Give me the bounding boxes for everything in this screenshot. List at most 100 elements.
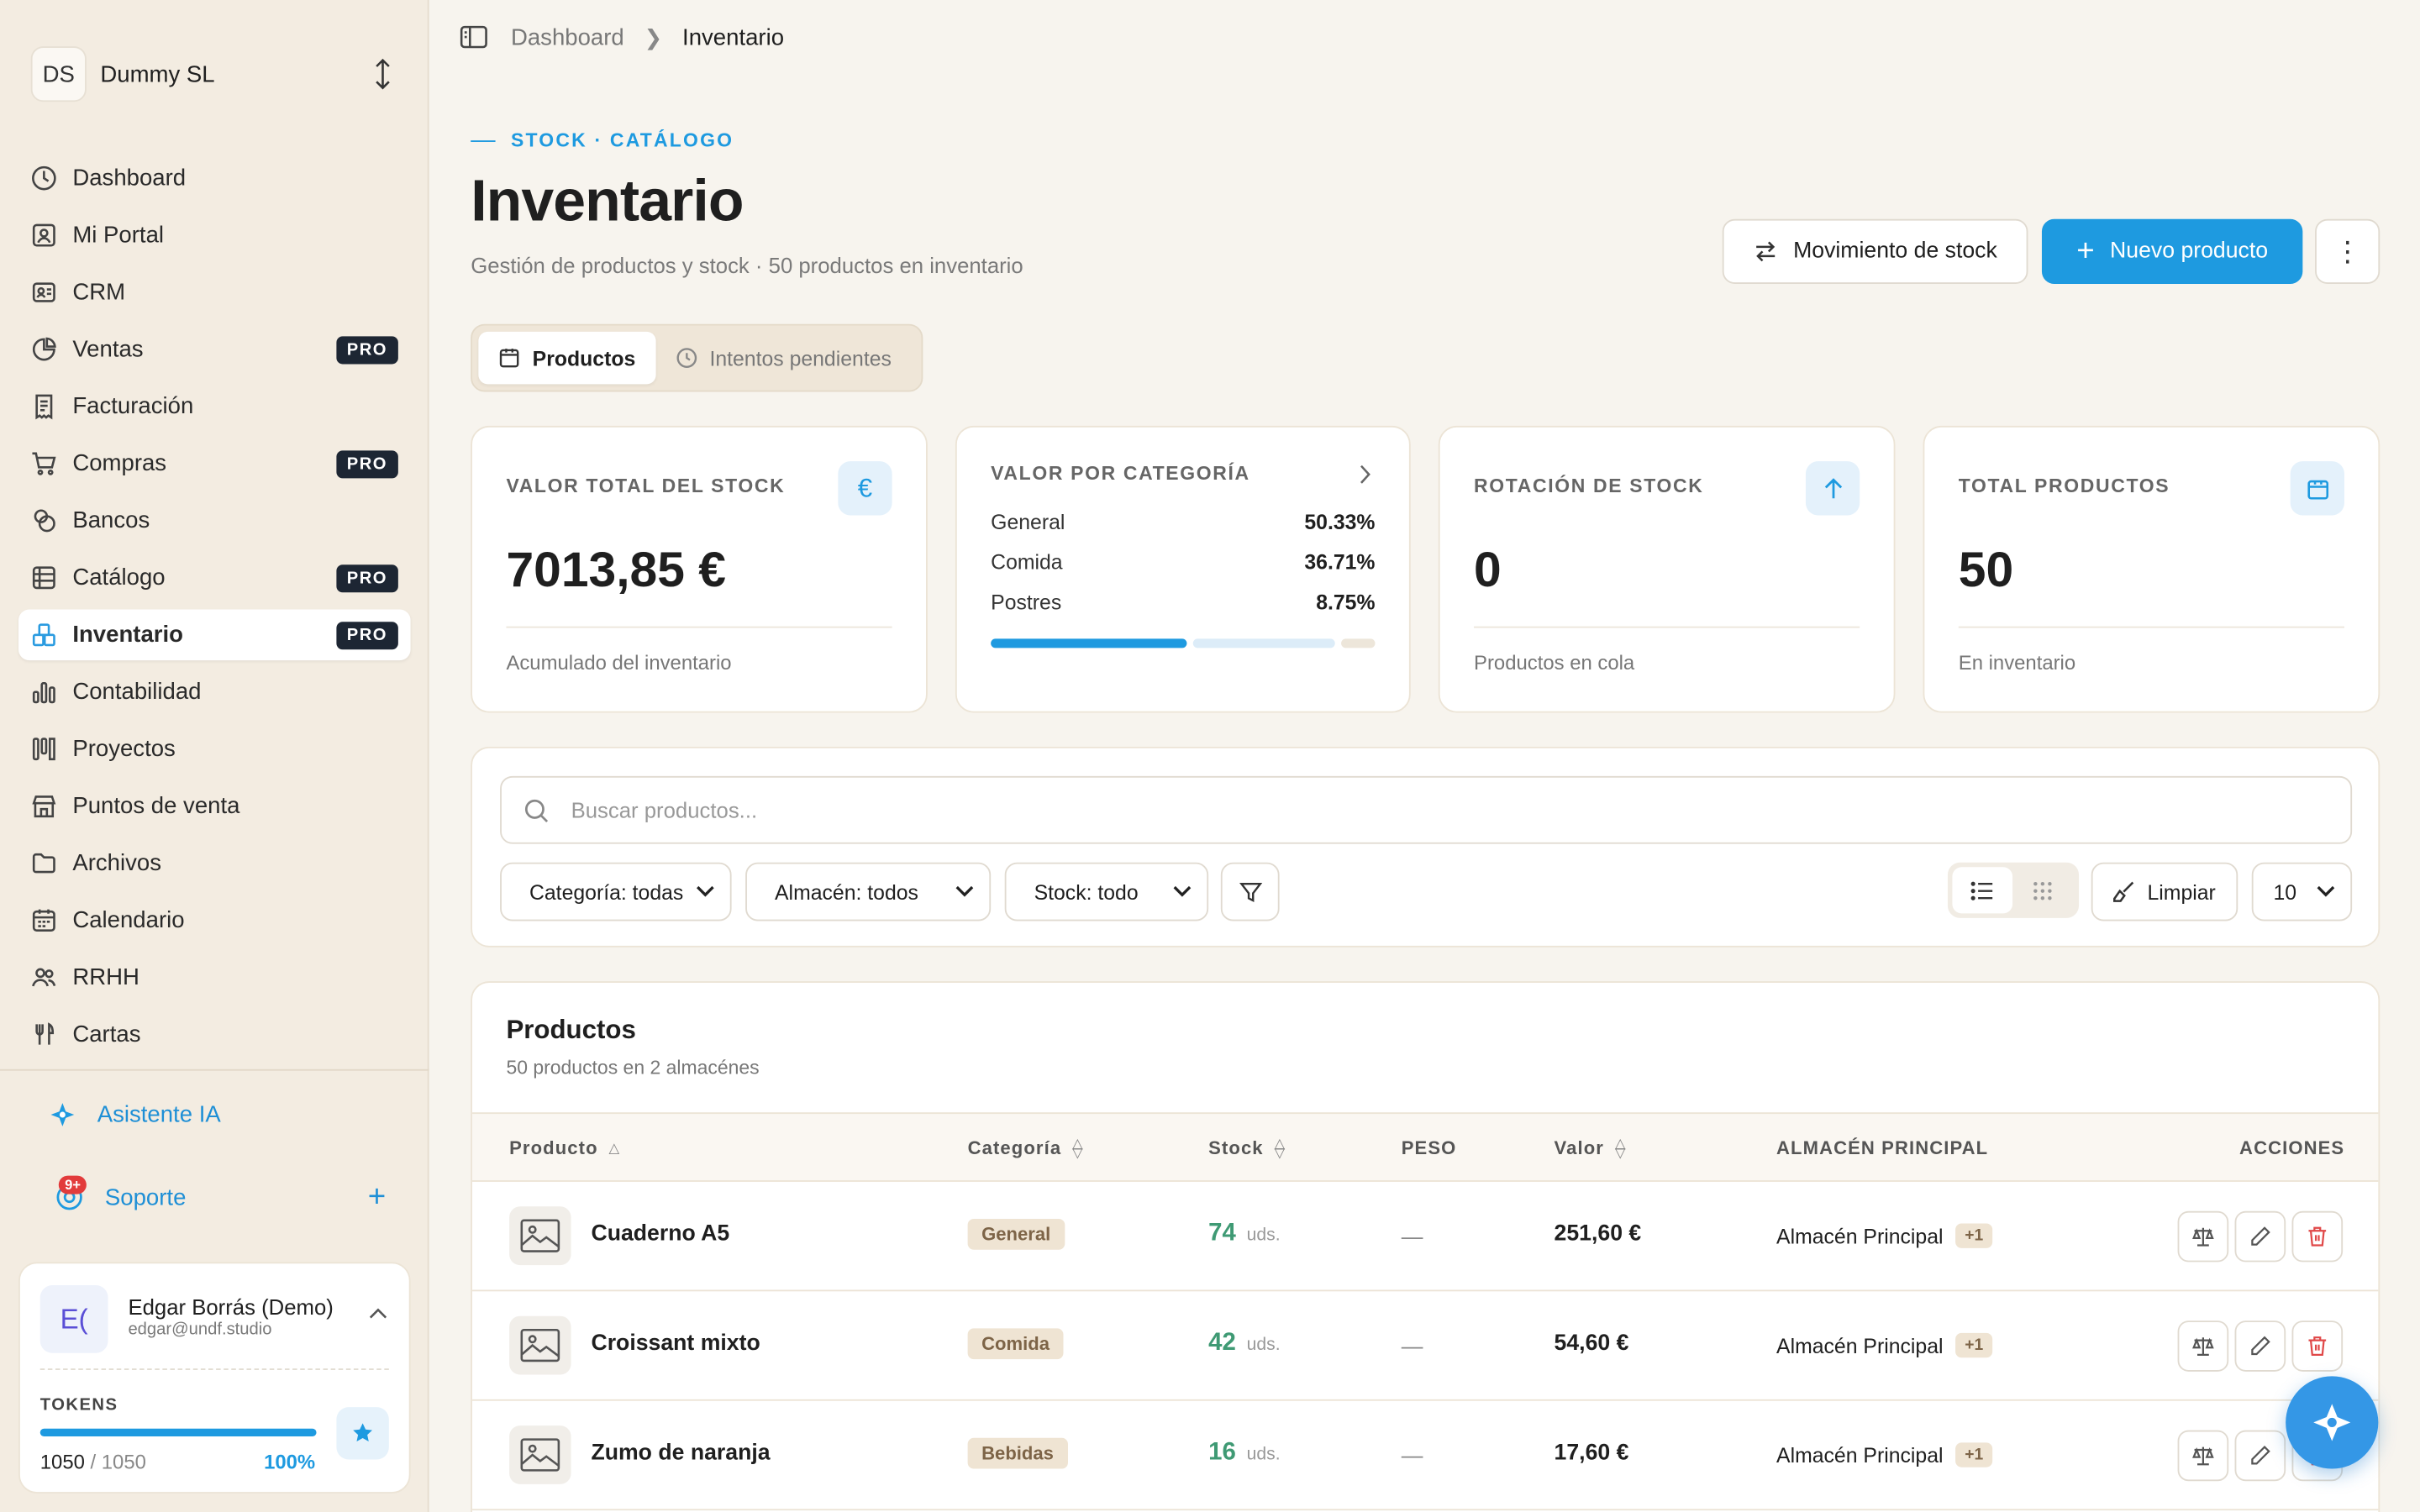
ai-sparkle-icon — [50, 1103, 75, 1126]
category-filter-select[interactable]: Categoría: todas — [500, 862, 732, 921]
chevron-down-icon — [697, 885, 714, 897]
page-size-select[interactable]: 10 — [2251, 862, 2353, 921]
warehouse-filter-select[interactable]: Almacén: todos — [745, 862, 992, 921]
image-placeholder-icon — [520, 1219, 560, 1252]
pro-badge: PRO — [335, 336, 398, 365]
grid-view-button[interactable] — [2012, 867, 2073, 913]
column-header-stock[interactable]: Stock △ ▽ — [1208, 1136, 1286, 1159]
sidebar-item-proyectos[interactable]: Proyectos — [18, 723, 411, 774]
chevron-down-icon — [955, 885, 974, 897]
sidebar-item-label: Proyectos — [72, 736, 176, 763]
pencil-icon — [2251, 1446, 2270, 1465]
column-header-product[interactable]: Producto △ — [509, 1137, 620, 1159]
table-subtitle: 50 productos en 2 almacénes — [506, 1057, 760, 1079]
weight-value: — — [1401, 1442, 1423, 1467]
select-value: Almacén: todos — [775, 879, 918, 904]
sidebar-item-compras[interactable]: Compras PRO — [18, 438, 411, 490]
table-row[interactable]: Croissant mixto Comida 42 uds. — 54,60 € … — [472, 1291, 2379, 1401]
stock-unit: uds. — [1246, 1226, 1281, 1246]
products-table-card: Productos 50 productos en 2 almacénes Pr… — [471, 981, 2381, 1512]
tab-productos[interactable]: Productos — [478, 331, 656, 385]
support-link[interactable]: 9+ Soporte + — [55, 1175, 386, 1214]
category-pct: 36.71% — [1304, 550, 1376, 575]
sidebar-item-label: CRM — [72, 279, 126, 306]
sidebar-item-inventario[interactable]: Inventario PRO — [18, 609, 411, 661]
column-header-category[interactable]: Categoría △ ▽ — [967, 1136, 1084, 1159]
value-amount: 17,60 € — [1554, 1441, 1629, 1466]
stat-card-value-by-category[interactable]: VALOR POR CATEGORÍA General 50.33% Comida… — [955, 425, 1411, 713]
edit-button[interactable] — [2234, 1430, 2286, 1482]
delete-button[interactable] — [2291, 1320, 2344, 1372]
sidebar-item-bancos[interactable]: Bancos — [18, 496, 411, 547]
sidebar-item-facturacion[interactable]: Facturación — [18, 381, 411, 433]
sidebar-item-crm[interactable]: CRM — [18, 267, 411, 318]
sidebar-item-calendario[interactable]: Calendario — [18, 895, 411, 946]
tab-intentos-pendientes[interactable]: Intentos pendientes — [655, 332, 912, 384]
box-icon — [499, 349, 519, 368]
stat-divider — [1474, 626, 1860, 628]
tokens-upgrade-button[interactable] — [336, 1407, 389, 1460]
tab-label: Intentos pendientes — [709, 346, 892, 370]
trash-icon — [2308, 1226, 2327, 1247]
category-name: General — [991, 510, 1065, 534]
new-product-button[interactable]: + Nuevo producto — [2041, 218, 2303, 284]
list-view-button[interactable] — [1952, 867, 2013, 914]
invoice-icon — [35, 394, 53, 420]
image-placeholder-icon — [520, 1438, 560, 1472]
table-row[interactable]: Cuaderno A5 General 74 uds. — 251,60 € Al… — [472, 1182, 2379, 1292]
column-header-value[interactable]: Valor △ ▽ — [1555, 1136, 1627, 1159]
sidebar-item-ventas[interactable]: Ventas PRO — [18, 324, 411, 375]
sidebar-item-dashboard[interactable]: Dashboard — [18, 153, 411, 204]
add-support-button[interactable]: + — [368, 1180, 386, 1215]
advanced-filter-button[interactable] — [1220, 862, 1280, 921]
sidebar-item-label: Puntos de venta — [72, 793, 240, 820]
sort-asc-icon: △ — [608, 1140, 621, 1156]
category-name: Comida — [991, 550, 1063, 575]
more-options-button[interactable]: ⋮ — [2315, 218, 2381, 284]
chevron-right-icon[interactable] — [1358, 465, 1372, 485]
column-label: Categoría — [967, 1137, 1062, 1159]
column-label: ALMACÉN PRINCIPAL — [1776, 1137, 1989, 1159]
workspace-switcher[interactable]: DS Dummy SL — [30, 46, 402, 102]
stock-cell: 42 uds. — [1208, 1330, 1280, 1357]
stat-value: 7013,85 € — [506, 541, 726, 597]
warehouse-more-badge[interactable]: +1 — [1955, 1223, 1993, 1248]
sidebar-item-archivos[interactable]: Archivos — [18, 837, 411, 889]
scale-icon — [2192, 1227, 2214, 1247]
stock-movement-button[interactable]: Movimiento de stock — [1722, 218, 2028, 284]
search-input[interactable] — [571, 797, 2269, 822]
edit-button[interactable] — [2234, 1210, 2286, 1263]
weight-value: — — [1401, 1332, 1423, 1358]
chevron-right-icon: ❯ — [644, 24, 663, 49]
chevron-up-icon[interactable] — [369, 1307, 387, 1320]
workspace-name: Dummy SL — [100, 60, 215, 87]
warehouse-more-badge[interactable]: +1 — [1955, 1332, 1993, 1358]
user-name: Edgar Borrás (Demo) — [128, 1294, 334, 1320]
sidebar-item-cartas[interactable]: Cartas — [18, 1009, 411, 1060]
edit-button[interactable] — [2234, 1320, 2286, 1372]
sidebar-toggle-icon[interactable] — [460, 24, 487, 49]
stock-value: 16 — [1208, 1439, 1236, 1466]
tab-label: Productos — [532, 346, 636, 370]
category-share-segment — [1341, 638, 1376, 648]
table-row[interactable]: Zumo de naranja Bebidas 16 uds. — 17,60 €… — [472, 1401, 2379, 1511]
adjust-stock-button[interactable] — [2177, 1320, 2229, 1372]
delete-button[interactable] — [2291, 1210, 2344, 1263]
sidebar-item-puntos-de-venta[interactable]: Puntos de venta — [18, 780, 411, 832]
ai-assistant-fab[interactable] — [2286, 1376, 2379, 1469]
adjust-stock-button[interactable] — [2177, 1430, 2229, 1482]
breadcrumb-parent[interactable]: Dashboard — [511, 24, 624, 50]
sidebar-item-mi-portal[interactable]: Mi Portal — [18, 210, 411, 261]
adjust-stock-button[interactable] — [2177, 1210, 2229, 1263]
euro-icon: € — [838, 461, 892, 516]
sidebar-item-contabilidad[interactable]: Contabilidad — [18, 666, 411, 717]
warehouse-cell: Almacén Principal +1 — [1776, 1332, 1993, 1358]
warehouse-more-badge[interactable]: +1 — [1955, 1442, 1993, 1467]
clear-filters-button[interactable]: Limpiar — [2091, 862, 2238, 921]
category-share-bar — [991, 638, 1376, 648]
projects-icon — [32, 738, 55, 761]
sidebar-item-catalogo[interactable]: Catálogo PRO — [18, 553, 411, 604]
ai-assistant-link[interactable]: Asistente IA — [50, 1101, 221, 1128]
sidebar-item-rrhh[interactable]: RRHH — [18, 952, 411, 1003]
stock-filter-select[interactable]: Stock: todo — [1004, 862, 1209, 921]
